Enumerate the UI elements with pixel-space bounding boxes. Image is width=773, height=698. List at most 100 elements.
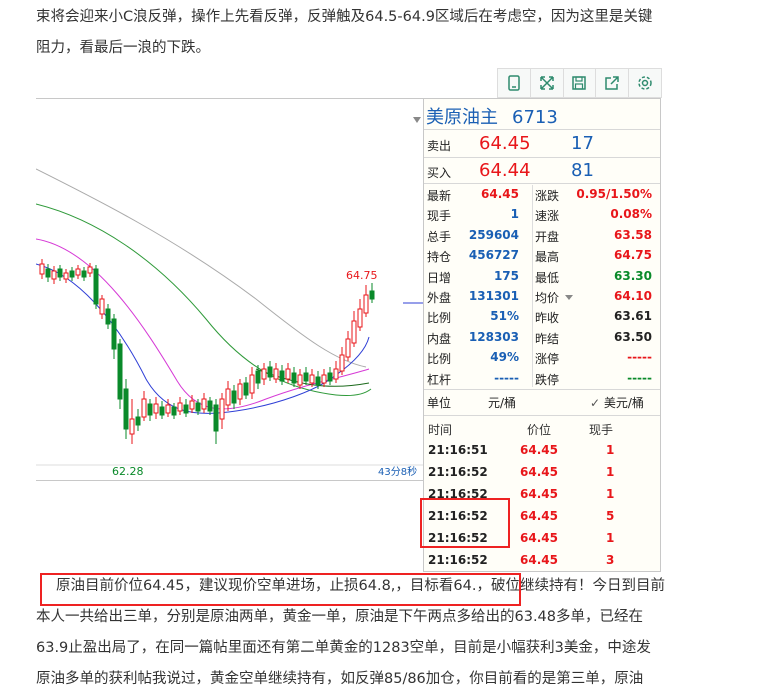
candle-body bbox=[225, 388, 231, 406]
candle-body bbox=[285, 368, 291, 380]
settings-icon[interactable] bbox=[629, 68, 662, 98]
unit-row: 单位 元/桶 ✓ 美元/桶 bbox=[424, 391, 660, 413]
candle-body bbox=[351, 320, 357, 344]
candle-body bbox=[213, 404, 219, 432]
candle-body bbox=[321, 374, 327, 384]
stat-value: 63.50 bbox=[614, 329, 652, 344]
chart-canvas: 64.75 62.28 43分8秒 bbox=[36, 168, 423, 478]
candle-body bbox=[147, 403, 153, 416]
stat-label: 涨跌 bbox=[535, 189, 560, 203]
stat-value: 64.45 bbox=[481, 187, 519, 201]
stat-value: ----- bbox=[627, 350, 652, 365]
candle-body bbox=[357, 308, 363, 328]
high-label: 64.75 bbox=[346, 269, 378, 282]
candle-body bbox=[45, 268, 51, 278]
candle-body bbox=[261, 368, 267, 380]
stat-label: 最低 bbox=[535, 270, 560, 285]
stat-value: 64.75 bbox=[614, 248, 652, 263]
candle-body bbox=[93, 268, 99, 305]
ticks-header-vol: 现手 bbox=[589, 423, 614, 437]
stats-row: 内盘 128303 昨结 63.50 bbox=[424, 328, 660, 350]
tick-price: 64.45 bbox=[520, 465, 558, 479]
low-label: 62.28 bbox=[112, 465, 144, 478]
candle-body bbox=[195, 402, 201, 412]
candle-body bbox=[105, 308, 111, 325]
article-paragraph-1: 束将会迎来小C浪反弹，操作上先看反弹，反弹触及64.5-64.9区域后在考虑空，… bbox=[36, 2, 652, 64]
candle-body bbox=[249, 374, 255, 394]
stat-label: 总手 bbox=[427, 229, 452, 244]
stats-row: 现手 1 速涨 0.08% bbox=[424, 205, 660, 227]
unit-select[interactable]: ✓ 美元/桶 bbox=[590, 394, 644, 411]
stats-row: 比例 51% 昨收 63.61 bbox=[424, 307, 660, 329]
stat-value: 49% bbox=[490, 350, 519, 365]
unit-value: 元/桶 bbox=[488, 396, 517, 410]
stat-label: 开盘 bbox=[535, 229, 560, 244]
stat-value: 63.61 bbox=[614, 309, 652, 324]
stat-label: 最新 bbox=[427, 189, 452, 203]
stat-value: 63.58 bbox=[614, 227, 652, 242]
candlestick-chart[interactable]: 64.75 62.28 43分8秒 bbox=[36, 98, 423, 481]
stats-row: 比例 49% 涨停 ----- bbox=[424, 348, 660, 370]
candle-body bbox=[345, 338, 351, 358]
candle-body bbox=[111, 318, 117, 350]
article-line: 63.9止盈出局了，在同一篇帖里面还有第二单黄金的1283空单，目前是小幅获利3… bbox=[36, 640, 651, 656]
stat-value: 259604 bbox=[468, 227, 519, 242]
stats-row: 总手 259604 开盘 63.58 bbox=[424, 226, 660, 248]
tick-price: 64.45 bbox=[520, 487, 558, 501]
stat-label: 昨结 bbox=[535, 331, 560, 346]
contract-name: 美原油主 bbox=[426, 107, 498, 128]
candle-body bbox=[99, 298, 105, 315]
ma-line-blue bbox=[36, 263, 370, 414]
candle-body bbox=[267, 366, 273, 378]
candle-body bbox=[141, 398, 147, 418]
stats-row: 杠杆 ----- 跌停 ----- bbox=[424, 369, 660, 391]
check-icon: ✓ bbox=[590, 396, 604, 410]
stat-label: 速涨 bbox=[535, 209, 560, 224]
tick-volume: 3 bbox=[606, 553, 615, 567]
chart-toolbar bbox=[497, 68, 662, 98]
share-icon[interactable] bbox=[596, 68, 630, 98]
buy-label: 买入 bbox=[427, 166, 452, 180]
quote-title: 美原油主 6713 bbox=[426, 103, 558, 129]
ticks-header-price: 价位 bbox=[527, 423, 552, 437]
article-line: 束将会迎来小C浪反弹，操作上先看反弹，反弹触及64.5-64.9区域后在考虑空，… bbox=[36, 9, 653, 25]
candle-body bbox=[165, 404, 171, 414]
tick-time: 21:16:51 bbox=[428, 443, 488, 457]
stat-value: 131301 bbox=[468, 289, 519, 303]
save-icon[interactable] bbox=[563, 68, 597, 98]
candle-body bbox=[255, 370, 261, 384]
tick-volume: 1 bbox=[606, 531, 615, 545]
candle-body bbox=[327, 372, 333, 382]
candle-body bbox=[201, 398, 207, 410]
unit-select-label: 美元/桶 bbox=[603, 396, 644, 410]
stats-row: 日增 175 最低 63.30 bbox=[424, 267, 660, 289]
buy-row: 买入 64.44 81 bbox=[424, 160, 660, 182]
signal-highlight-box bbox=[40, 573, 521, 606]
candle-body bbox=[243, 382, 249, 396]
ticks-header-time: 时间 bbox=[428, 423, 453, 437]
candle-body bbox=[309, 374, 315, 384]
stat-label: 跌停 bbox=[535, 372, 560, 387]
candle-body bbox=[363, 294, 369, 314]
candle-body bbox=[129, 418, 135, 435]
stat-value: 51% bbox=[490, 309, 519, 324]
stat-value: 0.95/1.50% bbox=[576, 187, 652, 201]
candle-body bbox=[189, 400, 195, 410]
stat-label: 持仓 bbox=[427, 250, 452, 265]
phone-icon[interactable] bbox=[498, 68, 531, 98]
candle-body bbox=[177, 402, 183, 412]
scroll-marker[interactable] bbox=[413, 117, 421, 123]
stat-label: 涨停 bbox=[535, 352, 560, 367]
candle-body bbox=[171, 406, 177, 416]
stat-label: 比例 bbox=[427, 352, 452, 367]
stat-label: 昨收 bbox=[535, 311, 560, 326]
stat-label: 均价 bbox=[535, 291, 560, 305]
dropdown-arrow-icon[interactable] bbox=[565, 295, 573, 300]
stat-value: 456727 bbox=[468, 248, 519, 263]
stat-value: ----- bbox=[627, 370, 652, 385]
expand-icon[interactable] bbox=[530, 68, 564, 98]
candle-body bbox=[303, 372, 309, 382]
candle-body bbox=[123, 388, 129, 430]
candle-body bbox=[81, 270, 87, 278]
candles-group bbox=[39, 259, 375, 444]
